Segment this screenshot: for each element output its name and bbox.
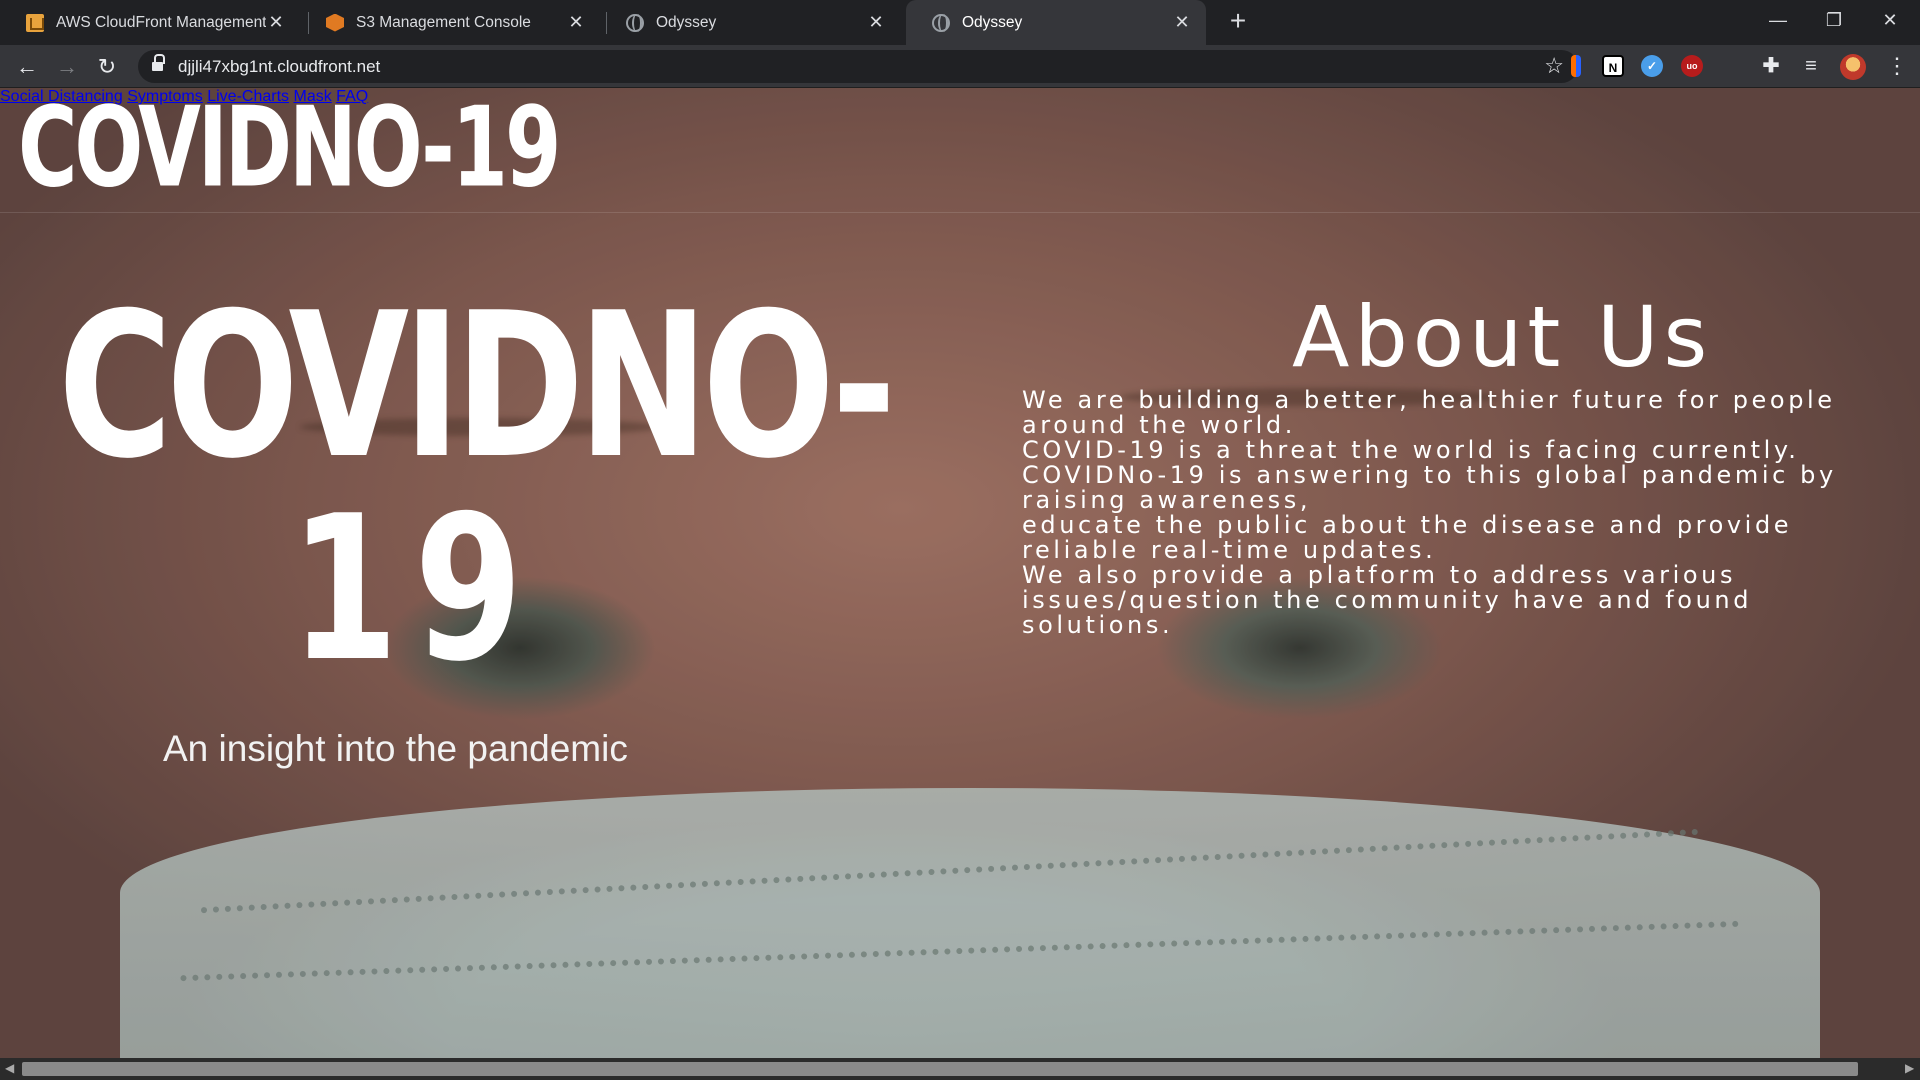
lock-icon[interactable] xyxy=(152,54,165,72)
about-line: educate the public about the disease and… xyxy=(1022,511,1804,564)
tab-title: Odyssey xyxy=(656,13,717,31)
aws-cube-icon xyxy=(26,13,44,32)
tab-aws-cloudfront[interactable]: AWS CloudFront Management Co ✕ xyxy=(0,0,300,45)
profile-avatar[interactable] xyxy=(1840,54,1866,80)
close-tab-icon[interactable]: ✕ xyxy=(266,12,286,33)
tab-odyssey[interactable]: Odyssey ✕ xyxy=(600,0,900,45)
notion-extension-icon[interactable]: N xyxy=(1602,55,1624,77)
tab-title: AWS CloudFront Management Co xyxy=(56,13,266,31)
forward-button[interactable]: → xyxy=(52,52,82,82)
new-tab-button[interactable]: + xyxy=(1224,7,1252,36)
reload-button[interactable]: ↻ xyxy=(92,52,122,82)
about-line: COVIDNo-19 is answering to this global p… xyxy=(1022,461,1849,514)
s3-cube-icon xyxy=(326,13,344,32)
tab-title: Odyssey xyxy=(962,13,1023,31)
about-line: COVID-19 is a threat the world is facing… xyxy=(1022,436,1800,464)
about-heading: About Us xyxy=(1292,288,1713,386)
address-bar[interactable]: djjli47xbg1nt.cloudfront.net ☆ xyxy=(138,50,1578,83)
tab-strip: AWS CloudFront Management Co ✕ S3 Manage… xyxy=(0,0,1920,45)
tab-odyssey-active[interactable]: Odyssey ✕ xyxy=(906,0,1206,45)
about-line: We also provide a platform to address va… xyxy=(1022,561,1764,639)
site-header: COVIDNO-19 Social Distancing Symptoms Li… xyxy=(0,88,1920,213)
horizontal-scrollbar[interactable]: ◀ ▶ xyxy=(0,1058,1920,1080)
globe-icon xyxy=(626,13,644,32)
site-logo[interactable]: COVIDNO-19 xyxy=(18,92,561,202)
close-tab-icon[interactable]: ✕ xyxy=(866,12,886,33)
browser-toolbar: ← → ↻ djjli47xbg1nt.cloudfront.net ☆ N ✓… xyxy=(0,45,1920,88)
close-tab-icon[interactable]: ✕ xyxy=(1172,12,1192,33)
extensions-puzzle-icon[interactable]: ✚ xyxy=(1760,55,1782,77)
about-body: We are building a better, healthier futu… xyxy=(1022,388,1912,638)
bookmark-extension-icon[interactable] xyxy=(1571,55,1581,77)
close-tab-icon[interactable]: ✕ xyxy=(566,12,586,33)
browser-menu-icon[interactable]: ⋮ xyxy=(1886,53,1908,79)
hero-title-line1: COVIDNO- xyxy=(58,270,896,503)
page-viewport: COVIDNO-19 Social Distancing Symptoms Li… xyxy=(0,88,1920,1058)
restore-button[interactable]: ❐ xyxy=(1812,4,1856,36)
ublock-extension-icon[interactable]: uo xyxy=(1681,55,1703,77)
scroll-left-arrow-icon[interactable]: ◀ xyxy=(5,1061,14,1075)
about-line: We are building a better, healthier futu… xyxy=(1022,386,1847,439)
compass-extension-icon[interactable]: ✓ xyxy=(1641,55,1663,77)
back-button[interactable]: ← xyxy=(12,52,42,82)
hero-title-line2: 19 xyxy=(290,473,539,706)
tab-title: S3 Management Console xyxy=(356,13,531,31)
globe-icon xyxy=(932,13,950,32)
tab-s3-console[interactable]: S3 Management Console ✕ xyxy=(300,0,600,45)
hero-photo-mask xyxy=(120,788,1820,1058)
minimize-button[interactable]: — xyxy=(1756,4,1800,36)
close-window-button[interactable]: ✕ xyxy=(1868,4,1912,36)
scroll-right-arrow-icon[interactable]: ▶ xyxy=(1905,1061,1914,1075)
hero-tagline: An insight into the pandemic xyxy=(163,728,628,769)
url-text[interactable]: djjli47xbg1nt.cloudfront.net xyxy=(178,57,380,77)
reading-list-icon[interactable]: ≡ xyxy=(1800,55,1822,77)
scrollbar-thumb[interactable] xyxy=(22,1062,1858,1076)
bookmark-star-icon[interactable]: ☆ xyxy=(1544,53,1564,79)
